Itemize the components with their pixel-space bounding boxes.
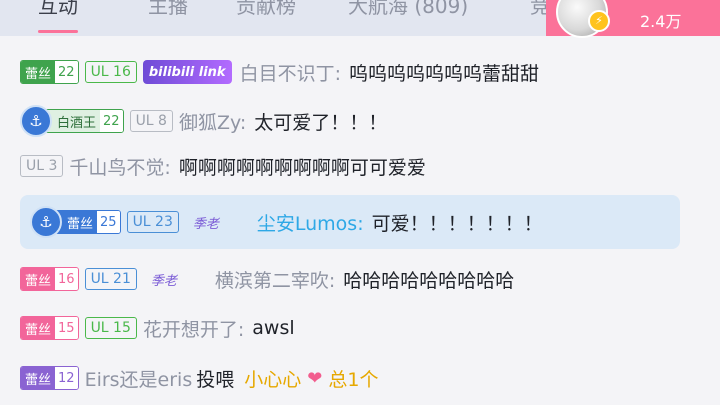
username[interactable]: Eirs还是eris bbox=[85, 365, 193, 392]
bolt-icon: ⚡ bbox=[588, 10, 610, 32]
tab-contribution[interactable]: 贡献榜 bbox=[236, 0, 296, 19]
gift-action: 投喂 bbox=[196, 368, 235, 391]
user-level-badge: UL 23 bbox=[126, 211, 179, 233]
message-text: 可爱！！！！！！！ bbox=[371, 212, 543, 235]
fan-badge[interactable]: 蕾丝 25 bbox=[54, 210, 121, 234]
fan-badge[interactable]: 白酒王 22 bbox=[44, 109, 124, 133]
chat-message: 蕾丝 15 UL 15 花开想开了: awsl bbox=[20, 313, 295, 343]
username[interactable]: 千山鸟不觉: bbox=[69, 153, 170, 180]
chat-message: 蕾丝 22 UL 16 bilibili link 白目不识丁: 呜呜呜呜呜呜呜… bbox=[20, 57, 539, 87]
username[interactable]: 花开想开了: bbox=[143, 315, 244, 342]
sticker-icon: 季老 bbox=[150, 273, 177, 289]
user-level-badge: UL 3 bbox=[20, 155, 64, 177]
anchor-icon: ⚓ bbox=[20, 105, 52, 137]
user-level-badge: UL 15 bbox=[84, 317, 137, 339]
fan-badge[interactable]: 蕾丝 16 bbox=[20, 267, 79, 291]
chat-message: ⚓ 白酒王 22 UL 8 御狐Zy: 太可爱了！！！ bbox=[20, 105, 388, 137]
heart-icon: ❤ bbox=[307, 367, 323, 389]
anchor-icon: ⚓ bbox=[30, 206, 62, 238]
online-count: 2.4万 bbox=[640, 12, 682, 31]
fan-badge[interactable]: 蕾丝 12 bbox=[20, 366, 79, 390]
user-level-badge: UL 21 bbox=[84, 268, 137, 290]
bilibili-link-medal: bilibili link bbox=[142, 60, 232, 84]
message-text: awsl bbox=[252, 317, 295, 339]
fan-badge[interactable]: 蕾丝 22 bbox=[20, 60, 79, 84]
message-text: 太可爱了！！！ bbox=[254, 111, 388, 134]
username[interactable]: 御狐Zy: bbox=[179, 108, 246, 135]
tab-guard[interactable]: 大航海 (809) bbox=[348, 0, 468, 19]
fan-badge[interactable]: 蕾丝 15 bbox=[20, 316, 79, 340]
active-tab-indicator bbox=[38, 30, 78, 33]
tab-streamer[interactable]: 主播 bbox=[148, 0, 188, 19]
chat-message: 蕾丝 16 UL 21 季老 横滨第二宰吹: 哈哈哈哈哈哈哈哈哈 bbox=[20, 264, 514, 294]
message-text: 啊啊啊啊啊啊啊啊啊可可爱爱 bbox=[178, 156, 426, 179]
gift-name: 小心心 bbox=[244, 368, 302, 391]
tab-interaction[interactable]: 互动 bbox=[38, 0, 78, 19]
chat-message: UL 3 千山鸟不觉: 啊啊啊啊啊啊啊啊啊可可爱爱 bbox=[20, 151, 426, 181]
message-text: 哈哈哈哈哈哈哈哈哈 bbox=[343, 269, 515, 292]
user-level-badge: UL 16 bbox=[84, 61, 137, 83]
message-text: 呜呜呜呜呜呜呜蕾甜甜 bbox=[348, 62, 539, 85]
gift-message: 蕾丝 12 Eirs还是eris 投喂 小心心 ❤ 总1个 bbox=[20, 363, 378, 393]
gift-total: 总1个 bbox=[328, 368, 379, 391]
username[interactable]: 横滨第二宰吹: bbox=[215, 266, 335, 293]
username[interactable]: 尘安Lumos: bbox=[257, 209, 364, 236]
username[interactable]: 白目不识丁: bbox=[240, 59, 341, 86]
chat-message-highlighted: ⚓ 蕾丝 25 UL 23 季老 尘安Lumos: 可爱！！！！！！！ bbox=[20, 195, 680, 249]
user-level-badge: UL 8 bbox=[129, 110, 173, 132]
sticker-icon: 季老 bbox=[192, 216, 219, 232]
